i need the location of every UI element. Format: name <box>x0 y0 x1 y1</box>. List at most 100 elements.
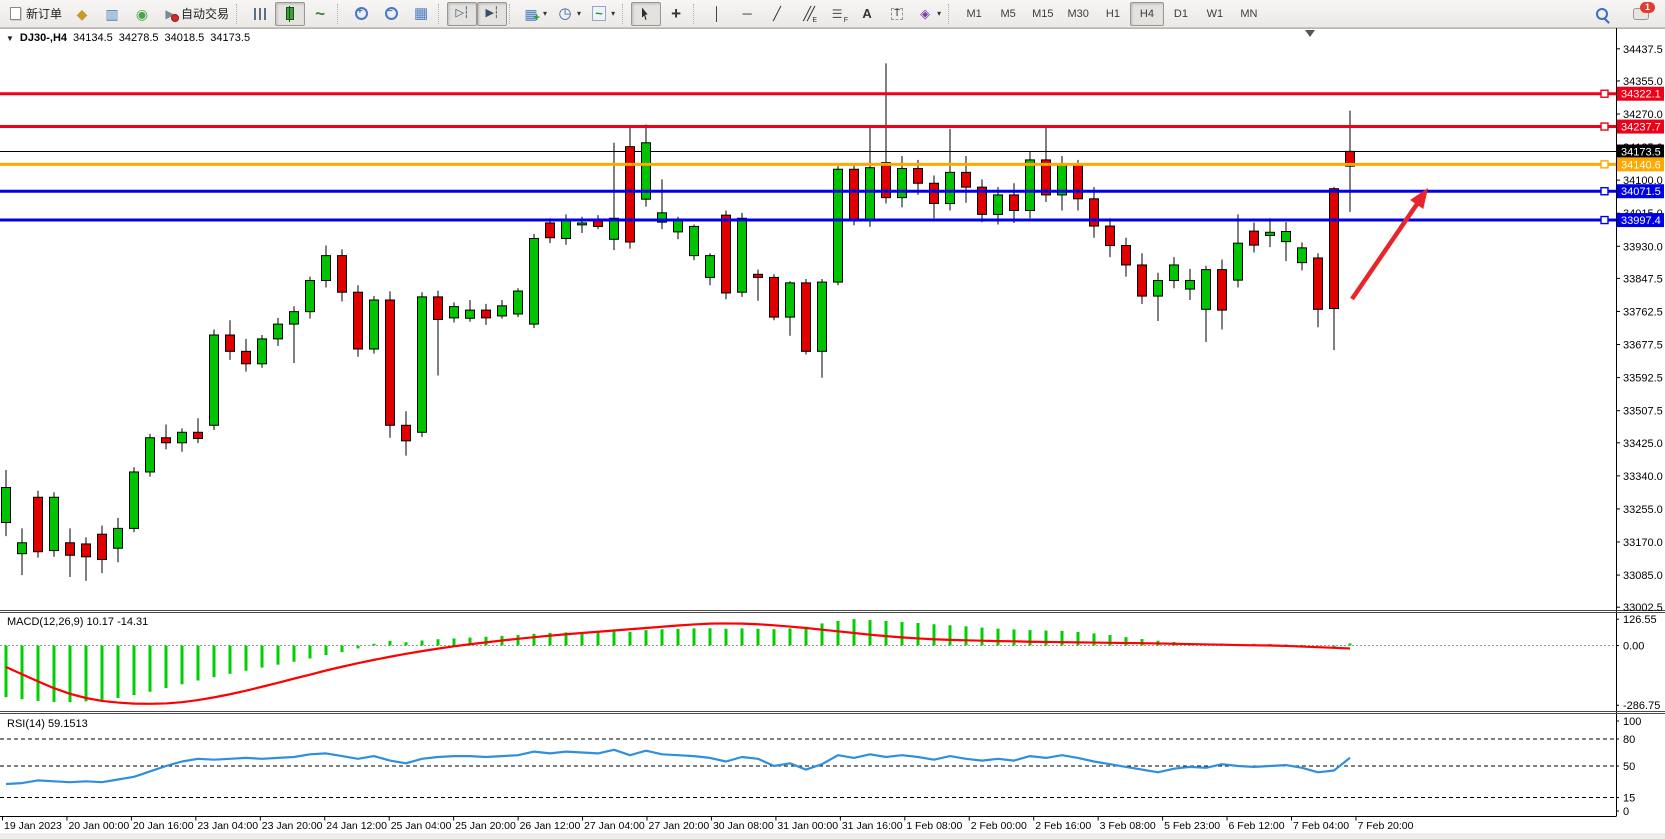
timeframe-m5-button[interactable]: M5 <box>991 2 1025 26</box>
svg-text:27 Jan 20:00: 27 Jan 20:00 <box>649 820 710 832</box>
new-order-button-label: 新订单 <box>26 5 62 22</box>
crosshair-icon <box>668 6 684 22</box>
macd-indicator-label: MACD(12,26,9) 10.17 -14.31 <box>7 616 148 628</box>
indicators-icon <box>591 6 607 22</box>
timeframe-h4-button[interactable]: H4 <box>1130 2 1164 26</box>
market-watch-icon <box>74 6 90 22</box>
svg-text:126.55: 126.55 <box>1623 614 1657 626</box>
indicators-button[interactable]: ▾ <box>586 2 620 26</box>
cursor-button[interactable] <box>631 2 661 26</box>
new-chart-button[interactable]: ▾ <box>518 2 552 26</box>
svg-text:20 Jan 16:00: 20 Jan 16:00 <box>133 820 194 832</box>
mt5-window: 新订单 自动交易 ▾ ▾ ▾ ▾ M1M5M15M30H1H4D1W1MN 1 DJ30-,H… <box>0 0 1665 839</box>
svg-text:6 Feb 12:00: 6 Feb 12:00 <box>1229 820 1285 832</box>
toolbar-separator <box>509 4 514 24</box>
data-window-button[interactable] <box>97 2 127 26</box>
toolbar-separator <box>948 4 953 24</box>
svg-text:1 Feb 08:00: 1 Feb 08:00 <box>906 820 962 832</box>
navigator-icon <box>134 6 150 22</box>
new-order-icon <box>7 6 23 22</box>
svg-text:33425.0: 33425.0 <box>1623 438 1663 450</box>
svg-text:34071.5: 34071.5 <box>1621 186 1661 198</box>
vertical-line-button[interactable] <box>702 2 732 26</box>
notifications-button[interactable]: 1 <box>1627 2 1657 26</box>
dropdown-caret-icon[interactable]: ▾ <box>543 9 547 18</box>
svg-text:0.00: 0.00 <box>1623 641 1644 653</box>
dropdown-caret-icon[interactable]: ▾ <box>937 9 941 18</box>
svg-text:33255.0: 33255.0 <box>1623 504 1663 516</box>
svg-text:34270.0: 34270.0 <box>1623 109 1663 121</box>
text-label-button[interactable] <box>882 2 912 26</box>
zoom-in-button[interactable] <box>346 2 376 26</box>
bar-chart-button[interactable] <box>245 2 275 26</box>
chart-shift-button[interactable] <box>447 2 477 26</box>
svg-text:31 Jan 00:00: 31 Jan 00:00 <box>777 820 838 832</box>
candle-chart-icon <box>282 6 298 22</box>
vline-icon <box>709 6 725 22</box>
hline-icon <box>739 6 755 22</box>
trendline-button[interactable] <box>762 2 792 26</box>
svg-text:23 Jan 04:00: 23 Jan 04:00 <box>197 820 258 832</box>
autotrading-icon <box>162 6 178 22</box>
search-button[interactable] <box>1587 2 1617 26</box>
svg-text:34173.5: 34173.5 <box>1621 147 1661 159</box>
toolbar-separator <box>622 4 627 24</box>
svg-text:33507.5: 33507.5 <box>1623 406 1663 418</box>
dropdown-caret-icon[interactable]: ▾ <box>611 9 615 18</box>
navigator-button[interactable] <box>127 2 157 26</box>
timeframe-m30-button[interactable]: M30 <box>1061 2 1096 26</box>
chart-canvas[interactable]: 34437.534355.034270.034185.034100.034015… <box>0 0 1665 839</box>
svg-text:34322.1: 34322.1 <box>1621 89 1661 101</box>
crosshair-button[interactable] <box>661 2 691 26</box>
toolbar-separator <box>438 4 443 24</box>
svg-text:3 Feb 08:00: 3 Feb 08:00 <box>1100 820 1156 832</box>
horizontal-line-button[interactable] <box>732 2 762 26</box>
tile-windows-button[interactable] <box>406 2 436 26</box>
svg-text:25 Jan 20:00: 25 Jan 20:00 <box>455 820 516 832</box>
svg-text:-286.75: -286.75 <box>1623 700 1660 712</box>
rsi-indicator-label: RSI(14) 59.1513 <box>7 718 88 730</box>
periods-button[interactable]: ▾ <box>552 2 586 26</box>
new-order-button[interactable]: 新订单 <box>2 2 67 26</box>
timeframe-m15-button[interactable]: M15 <box>1025 2 1060 26</box>
timeframe-mn-button[interactable]: MN <box>1232 2 1266 26</box>
zoom-out-button[interactable] <box>376 2 406 26</box>
chart-title: DJ30-,H4 34134.5 34278.5 34018.5 34173.5 <box>6 32 250 44</box>
toolbar-separator <box>236 4 241 24</box>
svg-text:7 Feb 04:00: 7 Feb 04:00 <box>1293 820 1349 832</box>
svg-text:33847.5: 33847.5 <box>1623 273 1663 285</box>
text-button[interactable] <box>852 2 882 26</box>
timeframe-m1-button[interactable]: M1 <box>957 2 991 26</box>
timeframe-w1-button[interactable]: W1 <box>1198 2 1232 26</box>
text-icon <box>859 6 875 22</box>
ohlc-open: 34134.5 <box>73 32 113 44</box>
text-label-icon <box>889 6 905 22</box>
toolbar: 新订单 自动交易 ▾ ▾ ▾ ▾ M1M5M15M30H1H4D1W1MN 1 <box>0 0 1665 28</box>
channel-icon <box>799 6 815 22</box>
shapes-icon <box>917 6 933 22</box>
fibonacci-button[interactable] <box>822 2 852 26</box>
svg-text:24 Jan 12:00: 24 Jan 12:00 <box>326 820 387 832</box>
svg-text:2 Feb 16:00: 2 Feb 16:00 <box>1035 820 1091 832</box>
notification-badge: 1 <box>1640 2 1655 13</box>
timeframe-h1-button[interactable]: H1 <box>1096 2 1130 26</box>
line-chart-button[interactable] <box>305 2 335 26</box>
candle-chart-button[interactable] <box>275 2 305 26</box>
shapes-button[interactable]: ▾ <box>912 2 946 26</box>
bar-chart-icon <box>252 6 268 22</box>
chevron-down-icon[interactable] <box>6 32 14 44</box>
fibonacci-icon <box>829 6 845 22</box>
dropdown-caret-icon[interactable]: ▾ <box>577 9 581 18</box>
market-watch-button[interactable] <box>67 2 97 26</box>
auto-scroll-button[interactable] <box>477 2 507 26</box>
timeframe-d1-button[interactable]: D1 <box>1164 2 1198 26</box>
svg-text:33170.0: 33170.0 <box>1623 537 1663 549</box>
plot-background <box>0 28 1665 839</box>
svg-text:34355.0: 34355.0 <box>1623 76 1663 88</box>
equidistant-channel-button[interactable] <box>792 2 822 26</box>
autotrading-button[interactable]: 自动交易 <box>157 2 234 26</box>
svg-text:23 Jan 20:00: 23 Jan 20:00 <box>262 820 323 832</box>
svg-text:19 Jan 2023: 19 Jan 2023 <box>4 820 62 832</box>
svg-text:7 Feb 20:00: 7 Feb 20:00 <box>1357 820 1413 832</box>
tile-windows-icon <box>413 6 429 22</box>
